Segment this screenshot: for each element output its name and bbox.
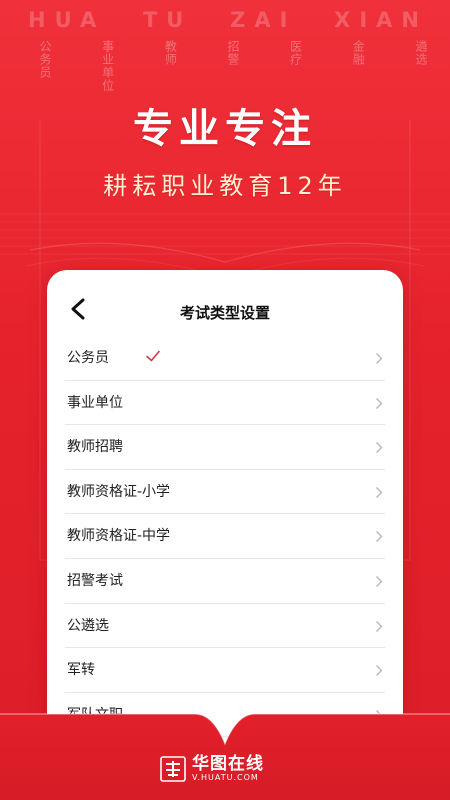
list-item-police-exam[interactable]: 招警考试 xyxy=(65,559,385,604)
list-item-label: 军转 xyxy=(67,662,95,679)
chevron-right-icon xyxy=(376,531,383,543)
pinyin-word: HUA xyxy=(28,8,106,32)
chevron-right-icon xyxy=(376,442,383,454)
category-tags: 公务员 事业单位 教师 招警 医疗 金融 遴选 xyxy=(38,40,428,100)
list-item-public-selection[interactable]: 公遴选 xyxy=(65,604,385,649)
checkmark-icon xyxy=(146,350,160,362)
pinyin-word: ZAI xyxy=(230,8,297,32)
huatu-logo-icon xyxy=(160,756,186,782)
list-item-teacher-cert-primary[interactable]: 教师资格证-小学 xyxy=(65,470,385,515)
chevron-right-icon xyxy=(376,397,383,409)
list-item-public-institution[interactable]: 事业单位 xyxy=(65,381,385,426)
chevron-right-icon xyxy=(376,486,383,498)
list-item-label: 教师资格证-小学 xyxy=(67,483,171,500)
list-item-label: 教师招聘 xyxy=(67,439,123,456)
screen-header: 考试类型设置 xyxy=(47,270,403,326)
subline: 耕耘职业教育12年 xyxy=(103,172,347,200)
pinyin-header: HUA TU ZAI XIAN xyxy=(28,8,428,38)
brand-text: 华图在线 V.HUATU.COM xyxy=(192,755,264,783)
brand-url: V.HUATU.COM xyxy=(192,773,259,782)
chevron-right-icon xyxy=(376,620,383,632)
list-item-label: 招警考试 xyxy=(67,572,123,589)
exam-type-list: 公务员 事业单位 教师招聘 教师资格证-小学 教师资格证-中学 招警考试 公遴选… xyxy=(47,336,403,738)
chevron-right-icon xyxy=(376,353,383,364)
list-item-label: 教师资格证-中学 xyxy=(67,528,171,545)
pinyin-word: TU xyxy=(142,8,193,32)
screen-title: 考试类型设置 xyxy=(179,304,270,322)
pinyin-word: XIAN xyxy=(334,8,428,32)
list-item-label: 公遴选 xyxy=(67,617,109,634)
list-item-label: 公务员 xyxy=(67,350,109,366)
list-item-label: 事业单位 xyxy=(67,394,123,411)
chevron-right-icon xyxy=(376,575,383,587)
category-tag: 金融 xyxy=(351,40,366,66)
brand-name: 华图在线 xyxy=(192,754,264,774)
category-tag: 遴选 xyxy=(413,40,428,66)
category-tag: 教师 xyxy=(163,40,178,66)
category-tag: 公务员 xyxy=(38,40,52,79)
brand-logo: 华图在线 V.HUATU.COM xyxy=(160,752,300,786)
list-item-military-transfer[interactable]: 军转 xyxy=(65,648,385,693)
category-tag: 招警 xyxy=(225,40,240,66)
chevron-right-icon xyxy=(376,665,383,677)
headline: 专业专注 xyxy=(133,106,317,152)
list-item-teacher-recruitment[interactable]: 教师招聘 xyxy=(65,425,385,470)
category-tag: 事业单位 xyxy=(100,40,115,92)
phone-screen-card: 考试类型设置 公务员 事业单位 教师招聘 教师资格证-小学 教师资格证-中学 招… xyxy=(47,270,403,750)
category-tag: 医疗 xyxy=(288,40,303,66)
list-item-teacher-cert-secondary[interactable]: 教师资格证-中学 xyxy=(65,514,385,559)
list-item-civil-servant[interactable]: 公务员 xyxy=(65,336,385,381)
